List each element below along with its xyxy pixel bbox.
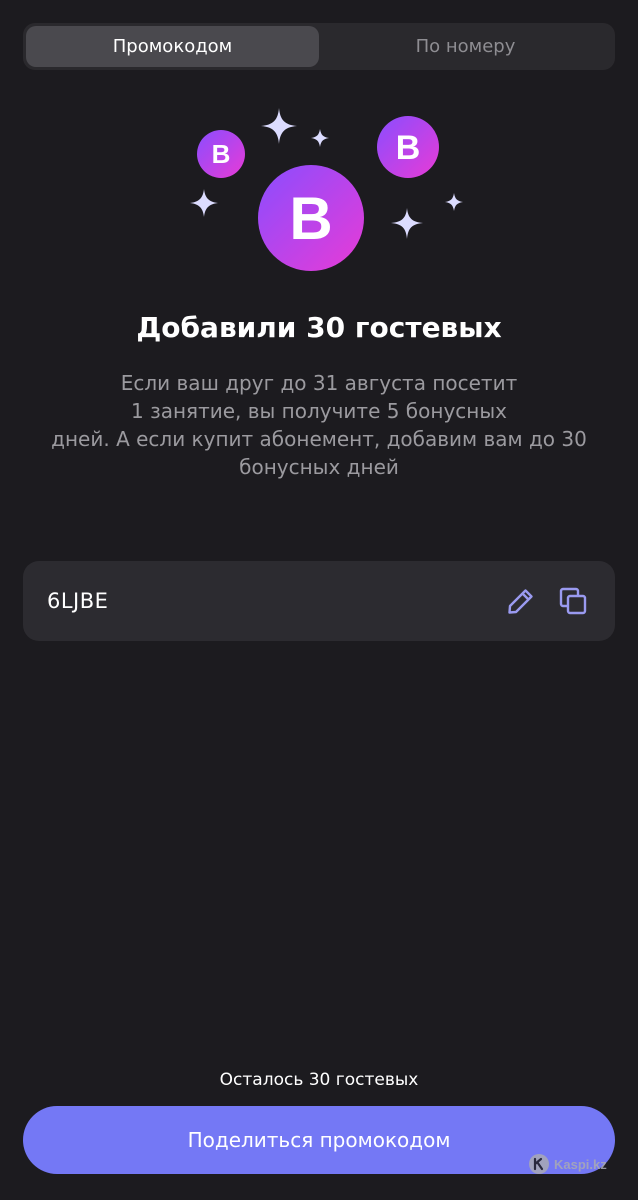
sparkle-icon [261,108,297,144]
sparkle-icon [445,193,463,211]
pencil-icon [508,589,533,614]
bonus-illustration: B B B [180,100,470,275]
edit-promo-button[interactable] [503,583,539,619]
sparkle-icon [311,129,329,147]
copy-promo-button[interactable] [555,583,591,619]
small-bonus-badge-right: B [377,116,439,178]
sparkle-icon [190,189,218,217]
kaspi-watermark: Kaspi.kz [528,1153,607,1175]
kaspi-logo-icon [529,1154,549,1174]
promo-code-value[interactable]: 6LJBE [47,589,503,613]
tab-promocode[interactable]: Промокодом [26,26,319,67]
svg-text:B: B [212,139,231,169]
main-bonus-badge: B [258,165,364,271]
share-promocode-button[interactable]: Поделиться промокодом [23,1106,615,1174]
description: Если ваш друг до 31 августа посетит 1 за… [0,369,638,481]
description-line: 1 занятие, вы получите 5 бонусных [130,399,507,423]
description-line: бонусных дней [239,455,399,479]
remaining-guests-label: Осталось 30 гостевых [219,1070,419,1090]
mode-tabs: Промокодом По номеру [23,23,615,70]
tab-by-number[interactable]: По номеру [319,26,612,67]
watermark-text: Kaspi.kz [554,1156,607,1172]
description-line: дней. А если купит абонемент, добавим ва… [51,427,587,451]
svg-text:B: B [289,185,332,252]
promo-code-field: 6LJBE [23,561,615,641]
copy-icon [559,587,587,615]
description-line: Если ваш друг до 31 августа посетит [120,371,518,395]
svg-text:B: B [396,129,421,167]
sparkle-icon [391,208,423,239]
page-title: Добавили 30 гостевых [136,311,502,344]
small-bonus-badge-left: B [197,130,245,178]
bonus-coins-illustration: B B B [190,108,463,271]
